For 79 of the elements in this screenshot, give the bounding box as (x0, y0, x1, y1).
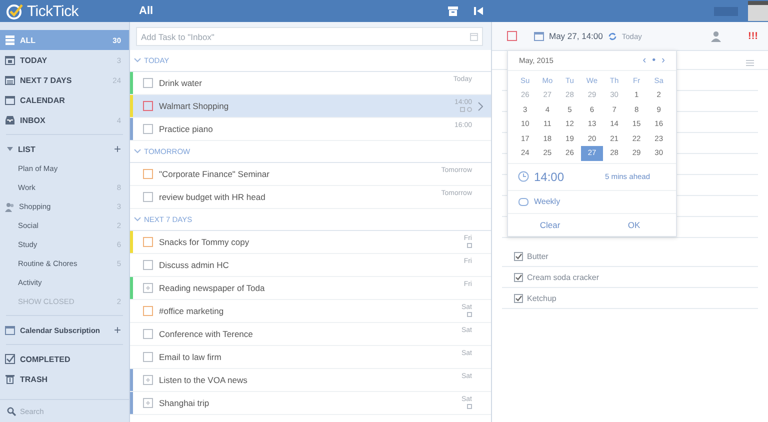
checkbox[interactable] (143, 398, 153, 408)
sidebar-item[interactable]: COMPLETED (0, 349, 129, 369)
checkbox[interactable] (514, 294, 523, 302)
month-nav-button[interactable]: • (649, 55, 659, 66)
repeat-option[interactable]: Weekly (534, 197, 560, 206)
archive-icon[interactable] (448, 6, 458, 16)
people-icon (5, 202, 15, 212)
stack-icon (5, 35, 15, 45)
month-nav-button[interactable]: › (658, 55, 668, 66)
task-title: Walmart Shopping (159, 101, 230, 111)
checkbox[interactable] (143, 124, 153, 134)
check-icon (515, 252, 522, 260)
checklist-icon (144, 376, 152, 384)
group-title: LIST (18, 144, 36, 154)
task-title: #office marketing (159, 306, 225, 316)
add-list-button[interactable]: + (114, 142, 121, 156)
check-icon (515, 294, 522, 302)
calendar-icon (5, 325, 15, 335)
triangle-icon[interactable] (7, 146, 13, 152)
chevron-icon[interactable] (134, 149, 141, 154)
logo-icon (6, 2, 23, 20)
task-title: Conference with Terence (159, 329, 254, 339)
calendar-icon (534, 31, 544, 41)
checkbox[interactable] (507, 31, 517, 41)
chevron-right-icon (478, 102, 483, 110)
priority-button[interactable]: !!! (748, 30, 758, 42)
checklist-icon (144, 399, 152, 407)
menu-icon[interactable] (746, 60, 754, 66)
task-title: Listen to the VOA news (159, 375, 248, 385)
calendar-icon (5, 75, 15, 85)
task-title: Practice piano (159, 124, 214, 134)
avatar-icon[interactable] (748, 1, 768, 21)
task-title: Discuss admin HC (159, 260, 230, 270)
month-nav-button[interactable]: ‹ (640, 55, 650, 66)
checkbox[interactable] (143, 352, 153, 362)
task-title: review budget with HR head (159, 192, 266, 202)
sidebar-item[interactable]: CALENDAR (0, 90, 129, 110)
checklist-item: Butter (527, 252, 548, 260)
checklist-item: Cream soda cracker (527, 272, 600, 282)
task-title: Shanghai trip (159, 398, 210, 408)
calendar-icon (5, 55, 15, 65)
dialog-button[interactable]: OK (592, 214, 676, 236)
checkbox[interactable] (143, 375, 153, 385)
chevron-icon[interactable] (134, 217, 141, 222)
add-subscription-button[interactable]: + (114, 323, 121, 337)
checkbox[interactable] (143, 283, 153, 293)
trash-icon (5, 374, 15, 384)
checkbox-icon (5, 354, 15, 364)
checkbox[interactable] (143, 237, 153, 247)
checkbox[interactable] (143, 101, 153, 111)
dialog-button[interactable]: Clear (508, 214, 592, 236)
date-icon[interactable] (470, 32, 478, 40)
checkbox[interactable] (514, 272, 523, 282)
due-date-button[interactable]: May 27, 14:00 (549, 31, 603, 41)
app-name: TickTick (27, 2, 78, 20)
checkbox[interactable] (143, 306, 153, 316)
clock-icon (518, 171, 529, 182)
calendar-icon (5, 95, 15, 105)
checkbox[interactable] (143, 260, 153, 270)
time-value[interactable]: 14:00 (534, 170, 564, 184)
task-title: Email to law firm (159, 352, 222, 362)
sidebar-item[interactable]: TRASH (0, 369, 129, 389)
task-title: Snacks for Tommy copy (159, 237, 250, 247)
inbox-icon (5, 115, 15, 125)
list-title: All (139, 5, 154, 17)
checkbox[interactable] (143, 329, 153, 339)
check-icon (515, 274, 522, 280)
checklist-item: Ketchup (527, 294, 556, 302)
checkbox[interactable] (143, 78, 153, 88)
checklist-icon (144, 284, 152, 292)
person-icon[interactable] (711, 30, 721, 42)
checkbox[interactable] (143, 192, 153, 202)
checkbox[interactable] (514, 252, 523, 260)
task-title: Reading newspaper of Toda (159, 283, 266, 293)
search-icon (7, 406, 16, 416)
chevron-icon[interactable] (134, 58, 141, 63)
task-title: Drink water (159, 78, 203, 88)
checkbox[interactable] (143, 169, 153, 179)
task-title: "Corporate Finance" Seminar (159, 169, 270, 179)
